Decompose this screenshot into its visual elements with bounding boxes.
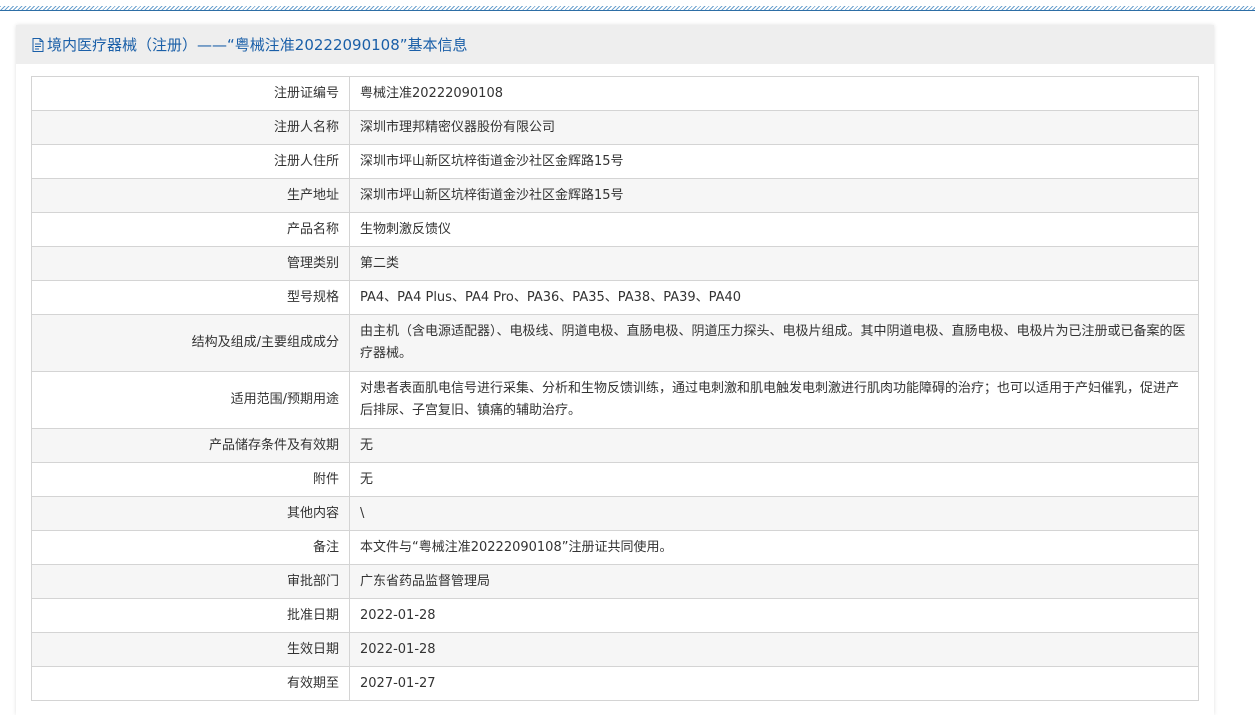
field-label: 附件 (31, 462, 350, 497)
panel-title: 境内医疗器械（注册）——“粤械注准20222090108”基本信息 (47, 36, 468, 54)
field-value: 2027-01-27 (349, 666, 1199, 701)
info-table: 注册证编号 粤械注准20222090108 注册人名称 深圳市理邦精密仪器股份有… (31, 76, 1199, 701)
field-label: 注册证编号 (31, 76, 350, 111)
field-label: 备注 (31, 530, 350, 565)
field-label: 审批部门 (31, 564, 350, 599)
field-value: PA4、PA4 Plus、PA4 Pro、PA36、PA35、PA38、PA39… (349, 280, 1199, 315)
field-value: 广东省药品监督管理局 (349, 564, 1199, 599)
top-divider (0, 6, 1255, 11)
field-label: 产品储存条件及有效期 (31, 428, 350, 463)
field-value: 深圳市理邦精密仪器股份有限公司 (349, 110, 1199, 145)
table-row: 型号规格 PA4、PA4 Plus、PA4 Pro、PA36、PA35、PA38… (31, 280, 1199, 315)
table-row: 备注 本文件与“粤械注准20222090108”注册证共同使用。 (31, 530, 1199, 565)
field-label: 产品名称 (31, 212, 350, 247)
field-label: 管理类别 (31, 246, 350, 281)
table-row: 其他内容 \ (31, 496, 1199, 531)
field-label: 批准日期 (31, 598, 350, 633)
field-value: 2022-01-28 (349, 632, 1199, 667)
field-value: 粤械注准20222090108 (349, 76, 1199, 111)
table-row: 注册证编号 粤械注准20222090108 (31, 76, 1199, 111)
table-row: 产品储存条件及有效期 无 (31, 428, 1199, 463)
field-label: 适用范围/预期用途 (31, 371, 350, 429)
table-row: 有效期至 2027-01-27 (31, 666, 1199, 701)
table-row: 附件 无 (31, 462, 1199, 497)
table-row: 结构及组成/主要组成成分 由主机（含电源适配器）、电极线、阴道电极、直肠电极、阴… (31, 314, 1199, 372)
table-row: 注册人住所 深圳市坪山新区坑梓街道金沙社区金辉路15号 (31, 144, 1199, 179)
table-row: 生产地址 深圳市坪山新区坑梓街道金沙社区金辉路15号 (31, 178, 1199, 213)
field-value: 无 (349, 428, 1199, 463)
panel-header: 境内医疗器械（注册）——“粤械注准20222090108”基本信息 (16, 25, 1214, 64)
table-row: 生效日期 2022-01-28 (31, 632, 1199, 667)
field-label: 生产地址 (31, 178, 350, 213)
field-value: 无 (349, 462, 1199, 497)
field-label: 生效日期 (31, 632, 350, 667)
table-row: 管理类别 第二类 (31, 246, 1199, 281)
field-label: 其他内容 (31, 496, 350, 531)
document-icon (32, 37, 44, 52)
field-label: 有效期至 (31, 666, 350, 701)
info-panel: 境内医疗器械（注册）——“粤械注准20222090108”基本信息 注册证编号 … (16, 25, 1214, 715)
field-value: 深圳市坪山新区坑梓街道金沙社区金辉路15号 (349, 178, 1199, 213)
table-row: 产品名称 生物刺激反馈仪 (31, 212, 1199, 247)
field-label: 型号规格 (31, 280, 350, 315)
table-row: 适用范围/预期用途 对患者表面肌电信号进行采集、分析和生物反馈训练，通过电刺激和… (31, 371, 1199, 429)
info-table-wrap: 注册证编号 粤械注准20222090108 注册人名称 深圳市理邦精密仪器股份有… (31, 76, 1199, 701)
table-row: 注册人名称 深圳市理邦精密仪器股份有限公司 (31, 110, 1199, 145)
table-row: 审批部门 广东省药品监督管理局 (31, 564, 1199, 599)
field-label: 结构及组成/主要组成成分 (31, 314, 350, 372)
field-value: 对患者表面肌电信号进行采集、分析和生物反馈训练，通过电刺激和肌电触发电刺激进行肌… (349, 371, 1199, 429)
field-label: 注册人名称 (31, 110, 350, 145)
field-value: 深圳市坪山新区坑梓街道金沙社区金辉路15号 (349, 144, 1199, 179)
table-row: 批准日期 2022-01-28 (31, 598, 1199, 633)
field-value: \ (349, 496, 1199, 531)
field-label: 注册人住所 (31, 144, 350, 179)
field-value: 生物刺激反馈仪 (349, 212, 1199, 247)
field-value: 本文件与“粤械注准20222090108”注册证共同使用。 (349, 530, 1199, 565)
field-value: 第二类 (349, 246, 1199, 281)
field-value: 由主机（含电源适配器）、电极线、阴道电极、直肠电极、阴道压力探头、电极片组成。其… (349, 314, 1199, 372)
field-value: 2022-01-28 (349, 598, 1199, 633)
